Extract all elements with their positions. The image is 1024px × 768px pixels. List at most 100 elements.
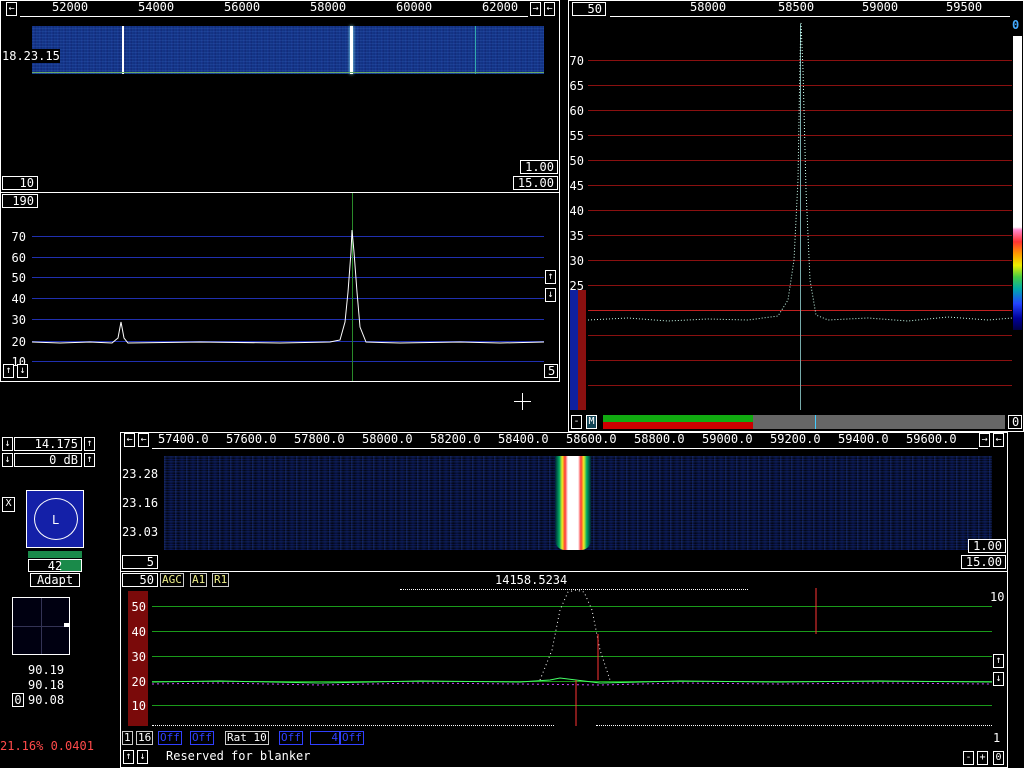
bb-down-button[interactable]: ↓ <box>137 750 148 764</box>
bb-minus-button[interactable]: - <box>963 751 974 765</box>
bb-freq-tick: 58600.0 <box>566 432 617 446</box>
wide-scroll-left-button[interactable]: ← <box>6 2 17 16</box>
bb-freq-tick: 57400.0 <box>158 432 209 446</box>
wide-freq-tick: 60000 <box>396 0 433 14</box>
hires-level-bar <box>603 415 1005 429</box>
bb-rat-button[interactable]: Rat 10 <box>225 731 269 745</box>
wide-spectrum-up-button[interactable]: ↑ <box>545 270 556 284</box>
bb-up-button[interactable]: ↑ <box>123 750 134 764</box>
bb-freq-tick: 59600.0 <box>906 432 957 446</box>
bb-avg-box[interactable]: 5 <box>122 555 158 569</box>
freq-down-button[interactable]: ↓ <box>2 437 13 451</box>
wide-freq-tick: 62000 <box>482 0 519 14</box>
bb-freq-tick: 59400.0 <box>838 432 889 446</box>
crosshair-cursor-icon-v <box>522 393 523 410</box>
bb-signal-band <box>555 456 591 550</box>
waterfall-carrier-line <box>122 26 124 74</box>
bb-off4-button[interactable]: Off <box>340 731 364 745</box>
bb-level-up-button[interactable]: ↑ <box>993 654 1004 668</box>
bb-spectrum-line-green <box>151 677 993 684</box>
bb-off1-button[interactable]: Off <box>158 731 182 745</box>
bb-scroll-left3-button[interactable]: ← <box>993 433 1004 447</box>
bb-b1-button[interactable]: 1 <box>122 731 133 745</box>
meter-value: 90.08 <box>28 693 65 707</box>
bb-freq-scale <box>152 448 978 449</box>
bb-scroll-left2-button[interactable]: ← <box>138 433 149 447</box>
hires-spectrum-trace <box>587 21 1013 322</box>
meter-value: 90.18 <box>28 678 65 692</box>
gain-down-button[interactable]: ↓ <box>2 453 13 467</box>
bb-freq-tick: 59000.0 <box>702 432 753 446</box>
bb-off2-button[interactable]: Off <box>190 731 214 745</box>
wide-spectrum-up2-button[interactable]: ↑ <box>3 364 14 378</box>
wide-spectrum-down2-button[interactable]: ↓ <box>17 364 28 378</box>
bb-freq-tick: 58800.0 <box>634 432 685 446</box>
bb-freq-tick: 57800.0 <box>294 432 345 446</box>
gain-up-button[interactable]: ↑ <box>84 453 95 467</box>
wide-freq-tick: 58000 <box>310 0 347 14</box>
wide-freq-tick: 56000 <box>224 0 261 14</box>
wide-scroll-right-button[interactable]: → <box>530 2 541 16</box>
bb-time-label: 23.16 <box>122 496 159 510</box>
bb-bottom-right-value: 1 <box>993 731 1001 745</box>
meter-display <box>12 597 70 655</box>
bb-spectrum-line-magenta <box>151 682 993 686</box>
meter-zero-box[interactable]: 0 <box>12 693 24 707</box>
bb-num4-button[interactable]: 4 <box>310 731 340 745</box>
bb-range-box[interactable]: 15.00 <box>961 555 1006 569</box>
bb-freq-tick: 58000.0 <box>362 432 413 446</box>
close-polar-button[interactable]: X <box>2 497 15 512</box>
wide-zoom-box[interactable]: 1.00 <box>520 160 558 174</box>
bb-off3-button[interactable]: Off <box>279 731 303 745</box>
bb-level-down-button[interactable]: ↓ <box>993 672 1004 686</box>
waterfall-noise <box>32 26 544 74</box>
bb-freq-tick: 58400.0 <box>498 432 549 446</box>
reserved-text: Reserved for blanker <box>166 749 311 763</box>
wide-spectrum-right-box[interactable]: 5 <box>544 364 558 378</box>
hires-level-marker <box>815 415 816 429</box>
bb-zoom-box[interactable]: 1.00 <box>968 539 1006 553</box>
bb-scroll-right-button[interactable]: → <box>979 433 990 447</box>
hires-level-red <box>603 422 753 429</box>
bb-freq-tick: 58200.0 <box>430 432 481 446</box>
bb-filter-curve <box>539 589 611 681</box>
waterfall-weak-line <box>475 26 476 74</box>
wide-avg-box[interactable]: 10 <box>2 176 38 190</box>
wide-scroll-left2-button[interactable]: ← <box>544 2 555 16</box>
hires-right-value[interactable]: 0 <box>1008 415 1022 429</box>
polar-display[interactable]: L <box>26 490 84 548</box>
meter-marker <box>64 623 69 627</box>
adapt-button[interactable]: Adapt <box>30 573 80 587</box>
bb-plus-button[interactable]: + <box>977 751 988 765</box>
bb-passband-bottom-left <box>152 725 554 726</box>
bb-zero-button[interactable]: 0 <box>993 751 1004 765</box>
wide-spectrum-down-button[interactable]: ↓ <box>545 288 556 302</box>
wide-waterfall[interactable] <box>32 26 544 74</box>
freq-up-button[interactable]: ↑ <box>84 437 95 451</box>
bb-spectrum-trace <box>151 588 993 726</box>
meter-vline <box>41 598 42 654</box>
wide-freq-scale <box>20 16 528 17</box>
bb-time-label: 23.28 <box>122 467 159 481</box>
spectrum-line <box>31 229 545 344</box>
bb-passband-bottom-right <box>596 725 992 726</box>
wide-range-box[interactable]: 15.00 <box>513 176 558 190</box>
bb-b16-button[interactable]: 16 <box>136 731 154 745</box>
hires-minus-button[interactable]: - <box>571 415 582 429</box>
polar-green-bar <box>28 551 82 558</box>
waterfall-baseline <box>32 72 544 73</box>
polar-value: 42 <box>28 559 82 572</box>
hires-mode-button[interactable]: M <box>586 415 597 429</box>
wide-freq-tick: 54000 <box>138 0 175 14</box>
status-text: 21.16% 0.0401 <box>0 739 94 753</box>
bb-waterfall[interactable] <box>164 456 992 550</box>
wide-freq-tick: 52000 <box>52 0 89 14</box>
polar-label: L <box>52 513 60 527</box>
waterfall-signal-line <box>350 26 353 74</box>
gain-value[interactable]: 0 dB <box>14 453 82 467</box>
freq-value[interactable]: 14.175 <box>14 437 82 451</box>
hires-level-green <box>603 415 753 422</box>
spectrum-dots <box>587 21 1013 322</box>
wide-time-label: 18.23.15 <box>2 49 60 63</box>
bb-scroll-left-button[interactable]: ← <box>124 433 135 447</box>
